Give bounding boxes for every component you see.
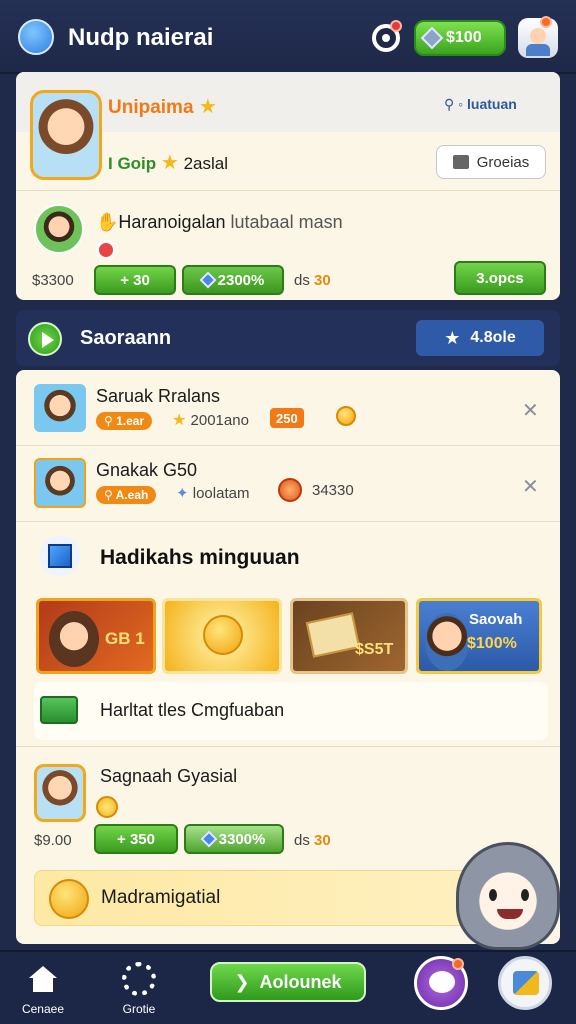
profile-avatar[interactable]: [30, 90, 102, 180]
rating-button[interactable]: ★ 4.8ole: [416, 320, 544, 356]
bottom-extra: ds 30: [294, 832, 331, 849]
nav-settings[interactable]: Grotie: [104, 960, 174, 1020]
bottom-row-name: Sagnaah Gyasial: [100, 766, 238, 786]
star-icon: ★: [172, 412, 187, 429]
list-item-badge: 250: [270, 408, 304, 428]
medal-icon: [96, 796, 118, 818]
chat-badge: [452, 958, 464, 970]
wrench-icon[interactable]: ✕: [522, 474, 539, 499]
profile-card: Unipaima ★ ⚲ ◦ luatuan I Goip ★ 2aslal G…: [16, 72, 560, 300]
star-icon: ★: [198, 96, 217, 118]
reward-tile[interactable]: Saovah $100%: [416, 598, 542, 674]
coin-icon: [203, 615, 243, 655]
avatar: [34, 458, 86, 508]
main-cta-button[interactable]: ❯ Aolounek: [210, 962, 366, 1002]
list-item[interactable]: Saruak Rralans ⚲ 1.ear ★ 2001ano 250 ✕: [16, 370, 560, 446]
top-bar: Nudp naierai $100: [0, 0, 576, 74]
promo-row[interactable]: Harltat tles Cmgfuaban: [34, 682, 548, 740]
friend-extra: ds 30: [294, 272, 331, 289]
reward-tile-label: $100%: [467, 635, 517, 652]
bottom-nav: Cenaee Grotie ❯ Aolounek: [0, 950, 576, 1024]
cash-icon: [305, 612, 361, 658]
list-item-name: Saruak Rralans: [96, 386, 221, 406]
list-item-tag: ⚲ 1.ear: [96, 412, 153, 430]
avatar-badge: [540, 16, 552, 28]
groups-button[interactable]: Groeias: [436, 145, 546, 179]
chat-icon: [429, 971, 455, 993]
profile-link[interactable]: ⚲ ◦ luatuan: [444, 96, 517, 113]
bottom-row-price: $9.00: [34, 832, 72, 849]
avatar: [425, 613, 469, 671]
reward-tile-label: $S5T: [355, 641, 394, 658]
banner-text: Madramigatial: [101, 887, 221, 908]
friend-avatar[interactable]: [34, 204, 84, 254]
star-icon: ★: [444, 327, 461, 348]
chest-icon: [40, 696, 78, 724]
reward-tile-label: GB 1: [105, 629, 145, 648]
coin-icon: [49, 879, 89, 919]
coin-icon: [336, 406, 356, 426]
star-icon: ★: [160, 152, 179, 174]
list-item-badge: 34330: [312, 482, 354, 499]
play-icon[interactable]: [28, 322, 62, 356]
profile-subtitle: I Goip ★ 2aslal: [108, 152, 228, 174]
map-button[interactable]: [498, 956, 552, 1010]
avatar: [34, 384, 86, 432]
rewards-title: Hadikahs minguuan: [100, 546, 300, 569]
gem-icon: [200, 830, 218, 848]
reward-tile[interactable]: [162, 598, 282, 674]
nav-home[interactable]: Cenaee: [8, 960, 78, 1020]
app-title: Nudp naierai: [68, 24, 214, 51]
reward-tile-title: Saovah: [469, 611, 523, 628]
section-bar: Saoraann ★ 4.8ole: [16, 310, 560, 366]
section-title: Saoraann: [80, 327, 172, 349]
friend-status-dot: [96, 240, 116, 260]
bottom-percent-stat[interactable]: 3300%: [184, 824, 284, 854]
profile-title: Unipaima ★: [108, 96, 217, 118]
coin-balance: $100: [446, 29, 482, 46]
avatar-icon[interactable]: [518, 18, 558, 58]
cube-icon: [40, 536, 80, 576]
friend-row: ✋Haranoigalan lutabaal masn: [96, 212, 343, 232]
friend-percent-stat[interactable]: 2300%: [182, 265, 284, 295]
list-item-tag: ⚲ A.eah: [96, 486, 157, 504]
friend-action-button[interactable]: 3.opcs: [454, 261, 546, 295]
avatar: [49, 611, 99, 667]
map-icon: [513, 971, 539, 995]
home-icon: [29, 966, 57, 992]
gear-icon: [122, 962, 156, 996]
gem-icon: [199, 271, 217, 289]
wrench-icon[interactable]: ✕: [522, 398, 539, 423]
nav-settings-label: Grotie: [122, 1002, 156, 1016]
compass-icon[interactable]: [18, 19, 54, 55]
mascot-character[interactable]: [456, 842, 560, 950]
nav-home-label: Cenaee: [21, 1002, 65, 1016]
coin-balance-button[interactable]: $100: [414, 20, 506, 56]
promo-text: Harltat tles Cmgfuaban: [100, 700, 285, 720]
chevron-right-icon: ❯: [234, 971, 250, 992]
gem-icon: [420, 26, 444, 50]
reward-tile[interactable]: $S5T: [290, 598, 408, 674]
list-item-value: ✦ loolatam: [176, 485, 250, 502]
reward-tile[interactable]: GB 1: [36, 598, 156, 674]
friend-price: $3300: [32, 272, 74, 289]
bottom-plus-stat[interactable]: + 350: [94, 824, 178, 854]
list-item-value: ★ 2001ano: [172, 412, 249, 429]
friend-plus-stat[interactable]: + 30: [94, 265, 176, 295]
list-item-name: Gnakak G50: [96, 460, 198, 480]
avatar[interactable]: [34, 764, 86, 822]
refresh-icon: [278, 478, 302, 502]
building-icon: [452, 155, 469, 169]
list-item[interactable]: Gnakak G50 ⚲ A.eah ✦ loolatam 34330 ✕: [16, 446, 560, 522]
notification-dot: [390, 20, 402, 32]
